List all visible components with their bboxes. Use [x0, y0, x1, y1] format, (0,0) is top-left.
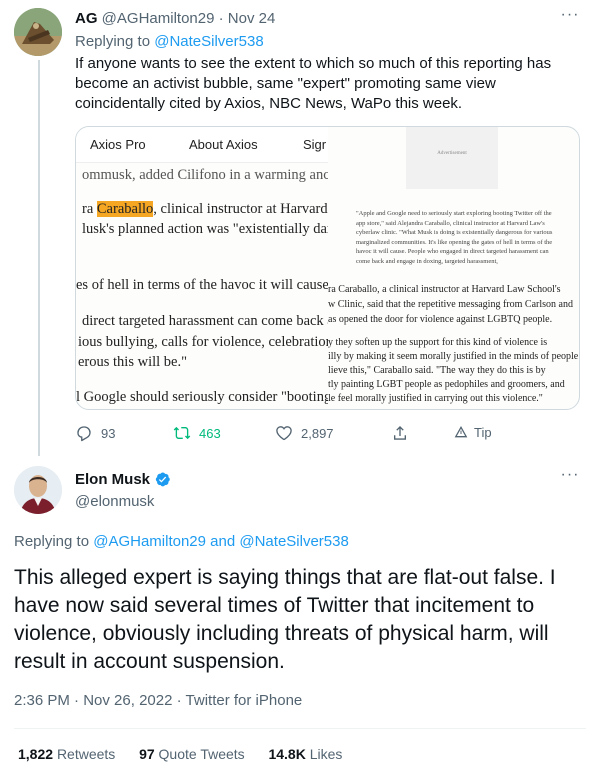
article-line: w Clinic, said that the repetitive messa…	[328, 299, 573, 310]
article-line: as opened the door for violence against …	[328, 314, 553, 325]
article-line: erous this will be."	[78, 354, 188, 370]
avatar-image	[14, 8, 62, 56]
author-name[interactable]: Elon Musk	[75, 471, 150, 488]
media-nav: Axios Pro About Axios Sigr	[76, 127, 328, 163]
tweet-date[interactable]: Nov 24	[228, 10, 276, 27]
likes-stat[interactable]: 14.8K Likes	[268, 746, 342, 762]
replying-prefix: Replying to	[14, 533, 90, 550]
quotes-stat[interactable]: 97 Quote Tweets	[139, 746, 245, 762]
separator: ·	[218, 10, 224, 27]
avatar-image	[14, 466, 62, 514]
media-nav-item: Axios Pro	[90, 137, 146, 152]
separator: ·	[74, 692, 80, 709]
highlight-text: Caraballo	[96, 201, 154, 217]
article-line: es of hell in terms of the havoc it will…	[76, 277, 328, 293]
article-line: l Google should seriously consider "boot…	[76, 389, 328, 405]
article-line: ra Caraballo, clinical instructor at Har…	[82, 201, 328, 217]
tweet-text: This alleged expert is saying things tha…	[14, 566, 556, 673]
article-line: illy by making it seem morally justified…	[328, 351, 579, 362]
retweet-count: 463	[199, 425, 221, 441]
reply-icon	[77, 426, 91, 442]
article-line: ommusk, added Cilifono in a warming anc	[82, 167, 328, 183]
mention-link[interactable]: @NateSilver538	[154, 33, 263, 50]
tip-label: Tip	[474, 424, 492, 440]
divider	[14, 728, 586, 729]
author-name[interactable]: AG	[75, 10, 98, 27]
share-icon	[394, 425, 406, 440]
share-button[interactable]	[391, 424, 417, 442]
author-name-row: Elon Musk	[75, 471, 171, 488]
article-line: ious bullying, calls for violence, celeb…	[78, 334, 328, 350]
tweet-date[interactable]: Nov 26, 2022	[83, 692, 172, 709]
like-count: 2,897	[301, 425, 334, 441]
tweet-stats: 1,822 Retweets 97 Quote Tweets 14.8K Lik…	[18, 746, 342, 762]
media-article-right: Advertisement "Apple and Google need to …	[328, 127, 579, 409]
ad-placeholder: Advertisement	[406, 127, 498, 189]
tweet-time[interactable]: 2:36 PM	[14, 692, 70, 709]
tweet-source[interactable]: Twitter for iPhone	[186, 692, 303, 709]
retweet-icon	[173, 426, 191, 440]
author-handle[interactable]: @AGHamilton29	[102, 10, 215, 27]
tweet-header: AG @AGHamilton29 · Nov 24	[75, 10, 275, 27]
article-line: lieve this," Caraballo said. "The way th…	[328, 365, 546, 376]
article-line: tly painting LGBT people as pedophiles a…	[328, 379, 565, 390]
article-quote: "Apple and Google need to seriously star…	[356, 210, 553, 265]
avatar[interactable]	[14, 466, 62, 514]
retweet-button[interactable]: 463	[173, 424, 221, 442]
author-handle[interactable]: @elonmusk	[75, 493, 154, 510]
thread-line	[38, 60, 40, 456]
replying-and: and	[210, 533, 236, 550]
retweets-stat[interactable]: 1,822 Retweets	[18, 746, 115, 762]
article-line: ra Caraballo, a clinical instructor at H…	[328, 284, 561, 295]
article-line: y they soften up the support for this ki…	[328, 337, 548, 348]
media-nav-item: Sigr	[303, 137, 327, 152]
verified-icon[interactable]	[154, 471, 171, 488]
replying-to: Replying to @AGHamilton29 and @NateSilve…	[14, 533, 349, 550]
article-line: lusk's planned action was "existentially…	[82, 221, 328, 237]
more-icon[interactable]: ···	[560, 467, 580, 484]
avatar[interactable]	[14, 8, 62, 56]
mention-link[interactable]: @NateSilver538	[239, 533, 348, 550]
article-line: direct targeted harassment can come back…	[82, 313, 328, 329]
more-icon[interactable]: ···	[560, 7, 580, 24]
tip-button[interactable]: Tip	[453, 424, 492, 440]
article-line: le feel morally justified in carrying ou…	[328, 393, 543, 404]
tip-icon	[454, 426, 468, 438]
tweet-meta: 2:36 PM · Nov 26, 2022 · Twitter for iPh…	[14, 692, 302, 709]
like-button[interactable]: 2,897	[275, 424, 334, 442]
replying-prefix: Replying to	[75, 33, 151, 50]
mention-link[interactable]: @AGHamilton29	[93, 533, 206, 550]
reply-button[interactable]: 93	[75, 424, 115, 442]
media-article-left: ommusk, added Cilifono in a warming anc …	[76, 163, 328, 409]
reply-count: 93	[101, 425, 116, 441]
replying-to: Replying to @NateSilver538	[75, 33, 264, 50]
like-icon	[276, 426, 292, 441]
separator: ·	[176, 692, 182, 709]
media-nav-item: About Axios	[189, 137, 258, 152]
tweet-text: If anyone wants to see the extent to whi…	[75, 55, 552, 112]
tweet-media[interactable]: Axios Pro About Axios Sigr ommusk, added…	[75, 126, 580, 410]
